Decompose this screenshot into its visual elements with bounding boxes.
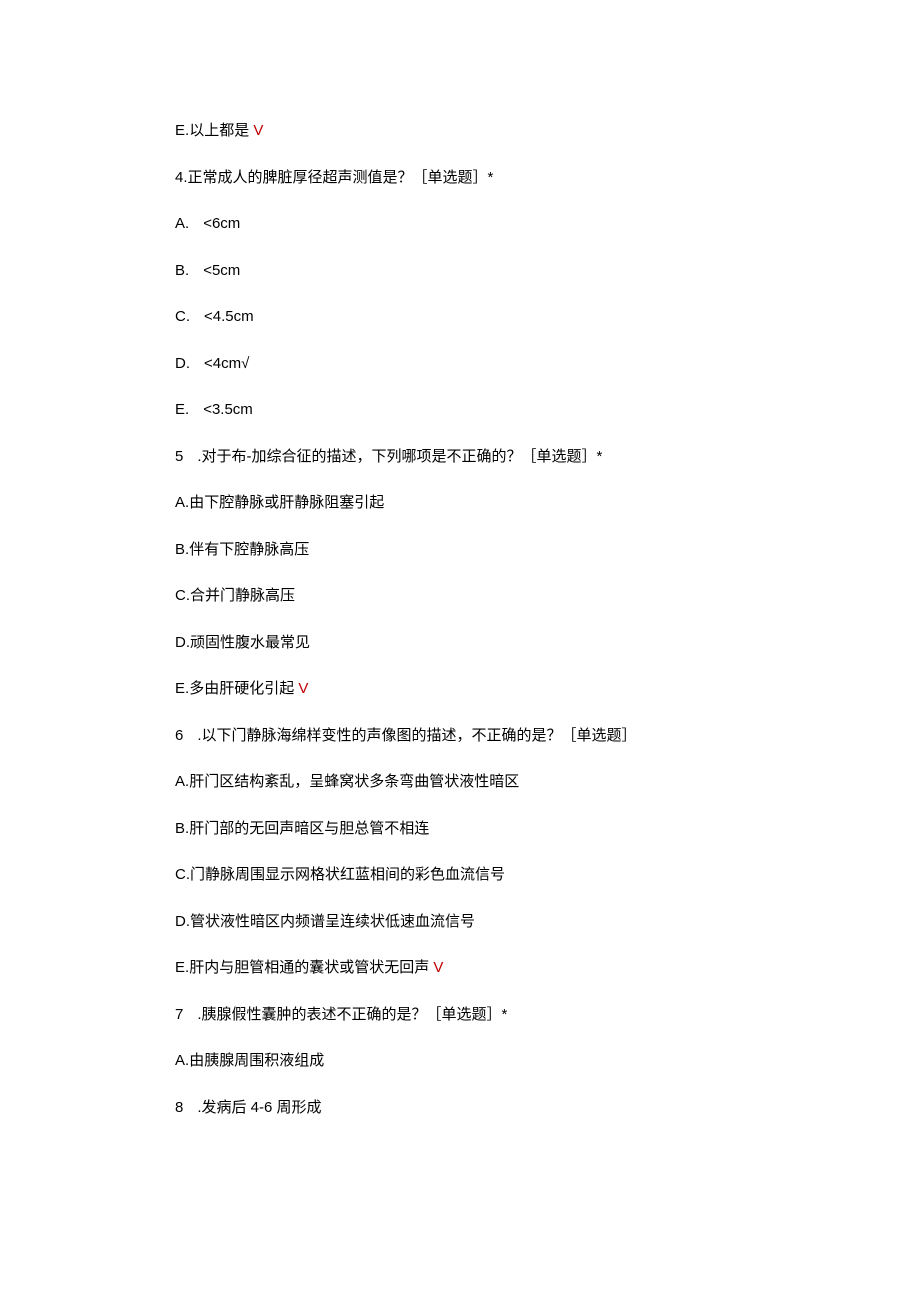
q5-stem: 5 .对于布-加综合征的描述，下列哪项是不正确的？［单选题］* (175, 446, 745, 469)
q6-stem: 6 .以下门静脉海绵样变性的声像图的描述，不正确的是？［单选题］ (175, 725, 745, 748)
option-prefix: B. (175, 820, 189, 837)
q7-stem: 7 .胰腺假性囊肿的表述不正确的是？［单选题］* (175, 1004, 745, 1027)
option-prefix: D. (175, 355, 190, 372)
option-prefix: B. (175, 541, 189, 558)
option-text: <4.5cm (204, 308, 254, 325)
question-number: 5 (175, 448, 183, 465)
question-text: .发病后 4-6 周形成 (197, 1099, 321, 1116)
q7-option-a: A.由胰腺周围积液组成 (175, 1050, 745, 1073)
option-text: 肝内与胆管相通的囊状或管状无回声 (189, 959, 429, 976)
option-prefix: E. (175, 680, 189, 697)
option-text: <3.5cm (203, 401, 253, 418)
option-text: <5cm (203, 262, 240, 279)
option-text: 伴有下腔静脉高压 (189, 541, 309, 558)
option-text: 门静脉周围显示网格状红蓝相间的彩色血流信号 (190, 866, 505, 883)
question-text: .对于布-加综合征的描述，下列哪项是不正确的？［单选题］* (197, 448, 602, 465)
q6-option-e: E.肝内与胆管相通的囊状或管状无回声 V (175, 957, 745, 980)
q4-option-d: D. <4cm√ (175, 353, 745, 376)
option-prefix: D. (175, 913, 190, 930)
option-prefix: C. (175, 866, 190, 883)
option-prefix: E. (175, 401, 189, 418)
question-text: .以下门静脉海绵样变性的声像图的描述，不正确的是？［单选题］ (197, 727, 636, 744)
q6-option-b: B.肝门部的无回声暗区与胆总管不相连 (175, 818, 745, 841)
option-prefix: D. (175, 634, 190, 651)
q5-option-c: C.合并门静脉高压 (175, 585, 745, 608)
option-text: 合并门静脉高压 (190, 587, 295, 604)
question-number: 4. (175, 169, 188, 186)
q5-option-e: E.多由肝硬化引起 V (175, 678, 745, 701)
check-mark: V (249, 122, 263, 139)
option-text: 由胰腺周围积液组成 (189, 1052, 324, 1069)
q4-option-b: B. <5cm (175, 260, 745, 283)
question-number: 6 (175, 727, 183, 744)
q6-option-c: C.门静脉周围显示网格状红蓝相间的彩色血流信号 (175, 864, 745, 887)
option-prefix: E. (175, 959, 189, 976)
q4-option-a: A. <6cm (175, 213, 745, 236)
question-text: .胰腺假性囊肿的表述不正确的是？［单选题］* (197, 1006, 507, 1023)
option-prefix: A. (175, 1052, 189, 1069)
option-prefix: A. (175, 773, 189, 790)
option-prefix: B. (175, 262, 189, 279)
option-prefix: C. (175, 587, 190, 604)
option-text: 由下腔静脉或肝静脉阻塞引起 (189, 494, 384, 511)
option-text: 肝门区结构紊乱，呈蜂窝状多条弯曲管状液性暗区 (189, 773, 519, 790)
option-prefix: A. (175, 494, 189, 511)
option-prefix: E. (175, 122, 189, 139)
question-text: 正常成人的脾脏厚径超声测值是？［单选题］* (188, 169, 494, 186)
q6-option-d: D.管状液性暗区内频谱呈连续状低速血流信号 (175, 911, 745, 934)
option-text: 肝门部的无回声暗区与胆总管不相连 (189, 820, 429, 837)
question-number: 7 (175, 1006, 183, 1023)
option-prefix: C. (175, 308, 190, 325)
option-text: <4cm (204, 355, 241, 372)
option-text: 顽固性腹水最常见 (190, 634, 310, 651)
q5-option-a: A.由下腔静脉或肝静脉阻塞引起 (175, 492, 745, 515)
check-mark: V (294, 680, 308, 697)
q5-option-b: B.伴有下腔静脉高压 (175, 539, 745, 562)
q5-option-d: D.顽固性腹水最常见 (175, 632, 745, 655)
option-text: 管状液性暗区内频谱呈连续状低速血流信号 (190, 913, 475, 930)
q6-option-a: A.肝门区结构紊乱，呈蜂窝状多条弯曲管状液性暗区 (175, 771, 745, 794)
q8-stem: 8 .发病后 4-6 周形成 (175, 1097, 745, 1120)
option-text: 以上都是 (189, 122, 249, 139)
option-prefix: A. (175, 215, 189, 232)
q4-option-e: E. <3.5cm (175, 399, 745, 422)
q4-stem: 4.正常成人的脾脏厚径超声测值是？［单选题］* (175, 167, 745, 190)
check-mark: √ (241, 355, 249, 372)
check-mark: V (429, 959, 443, 976)
question-number: 8 (175, 1099, 183, 1116)
q4-option-c: C. <4.5cm (175, 306, 745, 329)
q3-option-e: E.以上都是 V (175, 120, 745, 143)
option-text: <6cm (203, 215, 240, 232)
option-text: 多由肝硬化引起 (189, 680, 294, 697)
